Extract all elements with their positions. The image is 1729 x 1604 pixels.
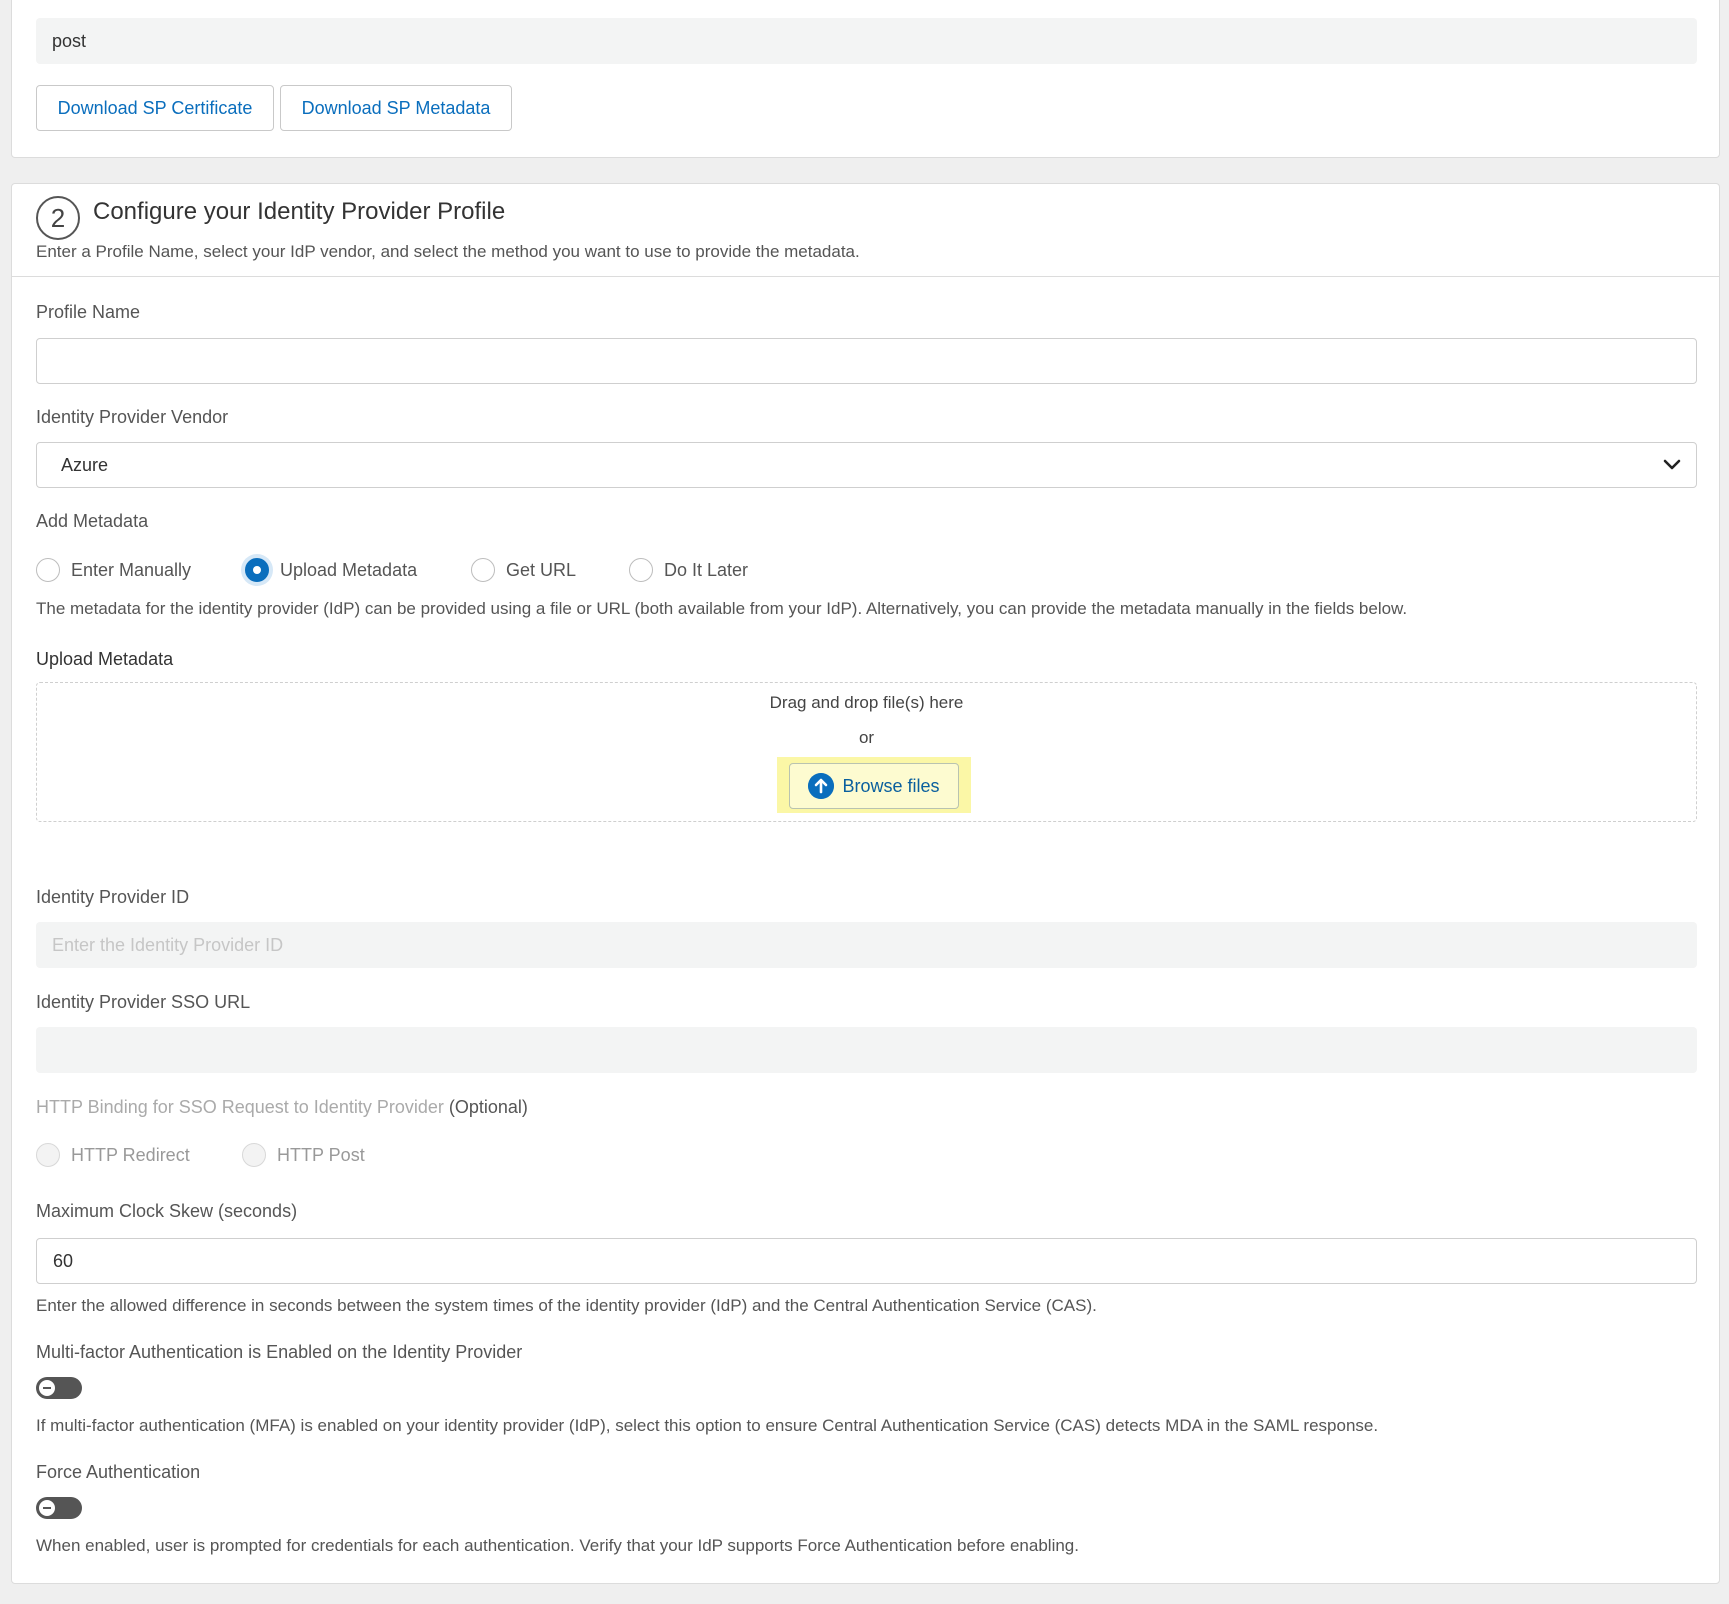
add-metadata-label: Add Metadata bbox=[36, 511, 149, 531]
idp-sso-url-input[interactable] bbox=[36, 1027, 1697, 1073]
download-sp-certificate-button[interactable]: Download SP Certificate bbox=[36, 85, 274, 131]
http-binding-label-text: HTTP Binding for SSO Request to Identity… bbox=[36, 1097, 444, 1117]
section-divider bbox=[12, 276, 1719, 277]
idp-vendor-select[interactable]: Azure bbox=[36, 442, 1697, 488]
radio-label: Enter Manually bbox=[71, 559, 192, 580]
sp-details-card: post Download SP Certificate Download SP… bbox=[11, 0, 1720, 158]
add-metadata-help-text: The metadata for the identity provider (… bbox=[36, 599, 1408, 618]
idp-id-input[interactable] bbox=[36, 922, 1697, 968]
radio-label: HTTP Post bbox=[277, 1144, 365, 1165]
add-metadata-radio-group: Enter Manually Upload Metadata Get URL D… bbox=[36, 555, 836, 585]
force-auth-label: Force Authentication bbox=[36, 1462, 201, 1482]
radio-label: Do It Later bbox=[664, 559, 749, 580]
idp-vendor-label: Identity Provider Vendor bbox=[36, 407, 229, 427]
idp-vendor-selected-value: Azure bbox=[61, 455, 109, 475]
file-dropzone[interactable]: Drag and drop file(s) here or Browse fil… bbox=[36, 682, 1697, 822]
section-description: Enter a Profile Name, select your IdP ve… bbox=[36, 242, 860, 261]
radio-do-it-later[interactable]: Do It Later bbox=[629, 555, 748, 585]
clock-skew-label: Maximum Clock Skew (seconds) bbox=[36, 1201, 298, 1221]
sso-binding-readonly-field: post bbox=[36, 18, 1697, 64]
optional-tag: (Optional) bbox=[448, 1097, 528, 1117]
clock-skew-input[interactable] bbox=[36, 1238, 1697, 1284]
mfa-help-text: If multi-factor authentication (MFA) is … bbox=[36, 1416, 1379, 1435]
radio-http-post[interactable]: HTTP Post bbox=[242, 1140, 365, 1170]
mfa-toggle[interactable] bbox=[36, 1377, 82, 1399]
radio-label: HTTP Redirect bbox=[71, 1144, 190, 1165]
step-number-badge: 2 bbox=[36, 196, 80, 240]
force-auth-help-text: When enabled, user is prompted for crede… bbox=[36, 1536, 1079, 1555]
mfa-label: Multi-factor Authentication is Enabled o… bbox=[36, 1342, 523, 1362]
upload-arrow-icon bbox=[808, 773, 835, 799]
browse-files-button[interactable]: Browse files bbox=[789, 763, 959, 809]
radio-unchecked-icon bbox=[629, 558, 653, 582]
radio-unchecked-icon bbox=[471, 558, 495, 582]
browse-files-label: Browse files bbox=[842, 775, 940, 796]
idp-profile-card: 2 Configure your Identity Provider Profi… bbox=[11, 183, 1720, 1584]
toggle-off-icon bbox=[39, 1380, 55, 1396]
radio-upload-metadata[interactable]: Upload Metadata bbox=[245, 555, 417, 585]
radio-enter-manually[interactable]: Enter Manually bbox=[36, 555, 191, 585]
radio-label: Get URL bbox=[506, 559, 577, 580]
radio-get-url[interactable]: Get URL bbox=[471, 555, 576, 585]
http-binding-radio-group: HTTP Redirect HTTP Post bbox=[36, 1140, 436, 1170]
radio-disabled-icon bbox=[242, 1143, 266, 1167]
radio-unchecked-icon bbox=[36, 558, 60, 582]
http-binding-label: HTTP Binding for SSO Request to Identity… bbox=[36, 1097, 528, 1118]
radio-checked-icon bbox=[245, 558, 269, 582]
profile-name-input[interactable] bbox=[36, 338, 1697, 384]
or-text: or bbox=[858, 728, 875, 747]
force-auth-toggle[interactable] bbox=[36, 1497, 82, 1519]
radio-http-redirect[interactable]: HTTP Redirect bbox=[36, 1140, 190, 1170]
toggle-off-icon bbox=[39, 1500, 55, 1516]
profile-name-label: Profile Name bbox=[36, 302, 141, 322]
download-sp-metadata-button[interactable]: Download SP Metadata bbox=[280, 85, 512, 131]
idp-sso-url-label: Identity Provider SSO URL bbox=[36, 992, 251, 1012]
radio-label: Upload Metadata bbox=[280, 559, 418, 580]
section-title: Configure your Identity Provider Profile bbox=[93, 198, 506, 225]
chevron-down-icon bbox=[1663, 459, 1681, 470]
idp-id-label: Identity Provider ID bbox=[36, 887, 190, 907]
drag-drop-text: Drag and drop file(s) here bbox=[769, 693, 964, 712]
clock-skew-help-text: Enter the allowed difference in seconds … bbox=[36, 1296, 1097, 1315]
upload-metadata-label: Upload Metadata bbox=[36, 649, 174, 669]
radio-disabled-icon bbox=[36, 1143, 60, 1167]
